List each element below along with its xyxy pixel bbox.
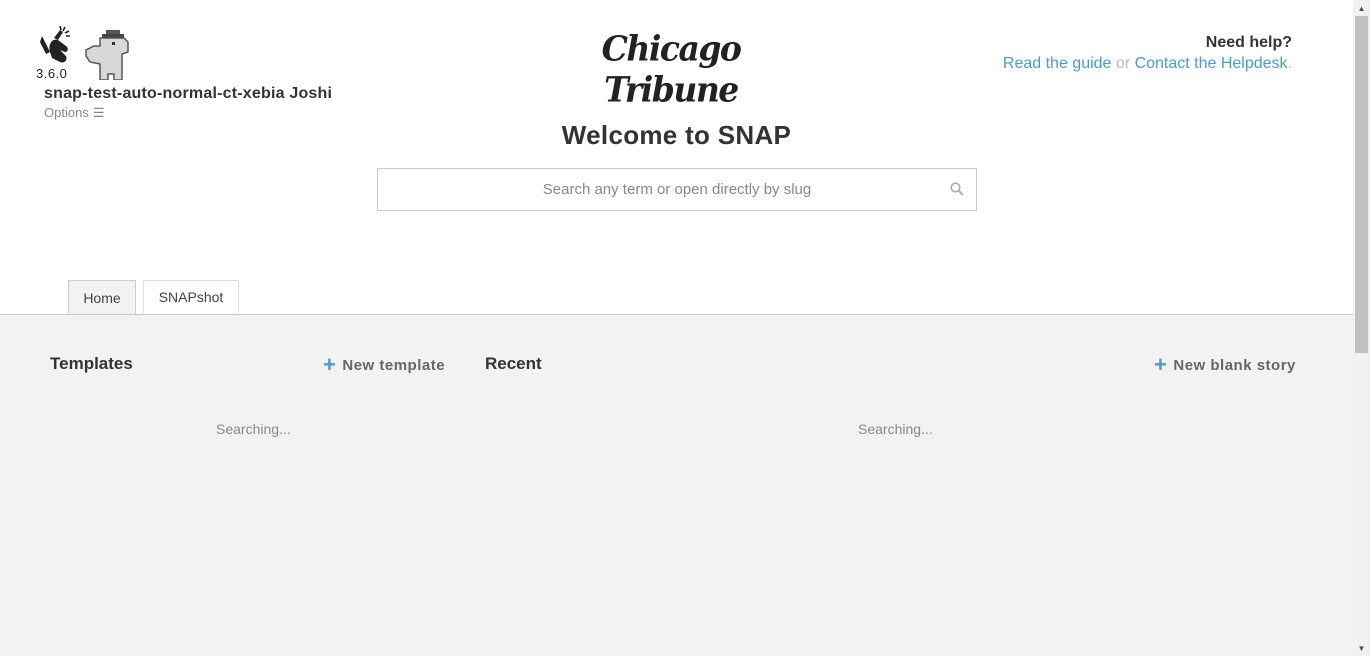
contact-helpdesk-link[interactable]: Contact the Helpdesk: [1135, 55, 1288, 72]
help-panel: Need help? Read the guide or Contact the…: [1003, 34, 1292, 73]
home-content-panel: Templates + New template Searching... Rec…: [0, 315, 1353, 656]
username-label: snap-test-auto-normal-ct-xebia Joshi: [44, 85, 333, 102]
templates-title: Templates: [50, 354, 133, 373]
scroll-down-arrow-icon[interactable]: ▼: [1353, 640, 1370, 656]
scrollbar-thumb[interactable]: [1355, 16, 1368, 353]
plus-icon: +: [1154, 352, 1168, 377]
help-title: Need help?: [1205, 34, 1292, 51]
version-label: 3.6.0: [36, 66, 68, 81]
help-period: .: [1287, 55, 1292, 72]
snap-home-page: 3.6.0 snap-test-auto-normal-ct-xebia Jos…: [0, 0, 1353, 656]
search-icon[interactable]: [950, 182, 964, 196]
search-input[interactable]: [378, 169, 976, 210]
chicago-tribune-logo: Chicago Tribune: [601, 28, 742, 110]
page-title: Welcome to SNAP: [561, 120, 792, 150]
new-blank-story-button[interactable]: + New blank story: [1154, 354, 1296, 376]
templates-status: Searching...: [216, 421, 291, 437]
help-or-text: or: [1111, 55, 1135, 72]
tab-home[interactable]: Home: [68, 280, 136, 315]
search-box: [377, 168, 977, 211]
help-links: Read the guide or Contact the Helpdesk.: [1003, 55, 1292, 73]
read-guide-link[interactable]: Read the guide: [1003, 55, 1112, 72]
plus-icon: +: [323, 352, 337, 377]
options-menu-button[interactable]: Options ☰: [44, 105, 104, 121]
tab-snapshot[interactable]: SNAPshot: [143, 280, 239, 313]
dino-avatar-icon: [85, 30, 129, 80]
new-template-button[interactable]: + New template: [323, 354, 445, 376]
vertical-scrollbar[interactable]: ▲ ▼: [1353, 0, 1370, 656]
new-template-label: New template: [342, 356, 446, 374]
snap-hand-icon: [40, 25, 70, 63]
hamburger-icon: ☰: [92, 105, 105, 120]
new-blank-story-label: New blank story: [1173, 356, 1296, 374]
recent-title: Recent: [485, 354, 542, 373]
options-label: Options: [44, 105, 89, 120]
scroll-up-arrow-icon[interactable]: ▲: [1353, 0, 1370, 16]
recent-status: Searching...: [858, 421, 933, 437]
